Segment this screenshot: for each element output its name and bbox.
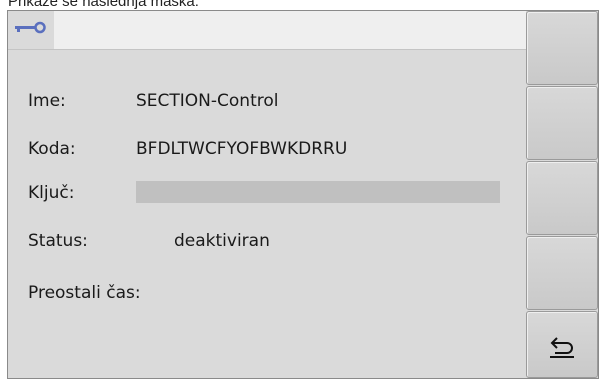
key-label: Ključ: xyxy=(28,183,75,203)
remaining-time-label: Preostali čas: xyxy=(28,283,141,303)
code-label: Koda: xyxy=(28,139,76,159)
softkey-4[interactable] xyxy=(526,236,598,310)
status-label: Status: xyxy=(28,231,88,251)
softkey-2[interactable] xyxy=(526,86,598,160)
back-softkey[interactable] xyxy=(526,311,598,378)
name-value: SECTION-Control xyxy=(136,91,279,111)
name-label: Ime: xyxy=(28,91,66,111)
tab-strip xyxy=(8,11,526,50)
tab-license-key[interactable] xyxy=(8,11,54,49)
softkey-bar xyxy=(526,11,598,378)
status-value: deaktiviran xyxy=(174,231,270,251)
terminal-screen: Ime: SECTION-Control Koda: BFDLTWCFYOFBW… xyxy=(7,10,599,379)
code-value: BFDLTWCFYOFBWKDRRU xyxy=(136,139,348,159)
key-icon xyxy=(15,21,46,34)
softkey-1[interactable] xyxy=(526,11,598,85)
softkey-3[interactable] xyxy=(526,161,598,235)
return-arrow-icon xyxy=(550,337,574,358)
key-input-field[interactable] xyxy=(136,181,500,203)
caption-text: Prikaže se naslednja maska: xyxy=(8,0,199,10)
